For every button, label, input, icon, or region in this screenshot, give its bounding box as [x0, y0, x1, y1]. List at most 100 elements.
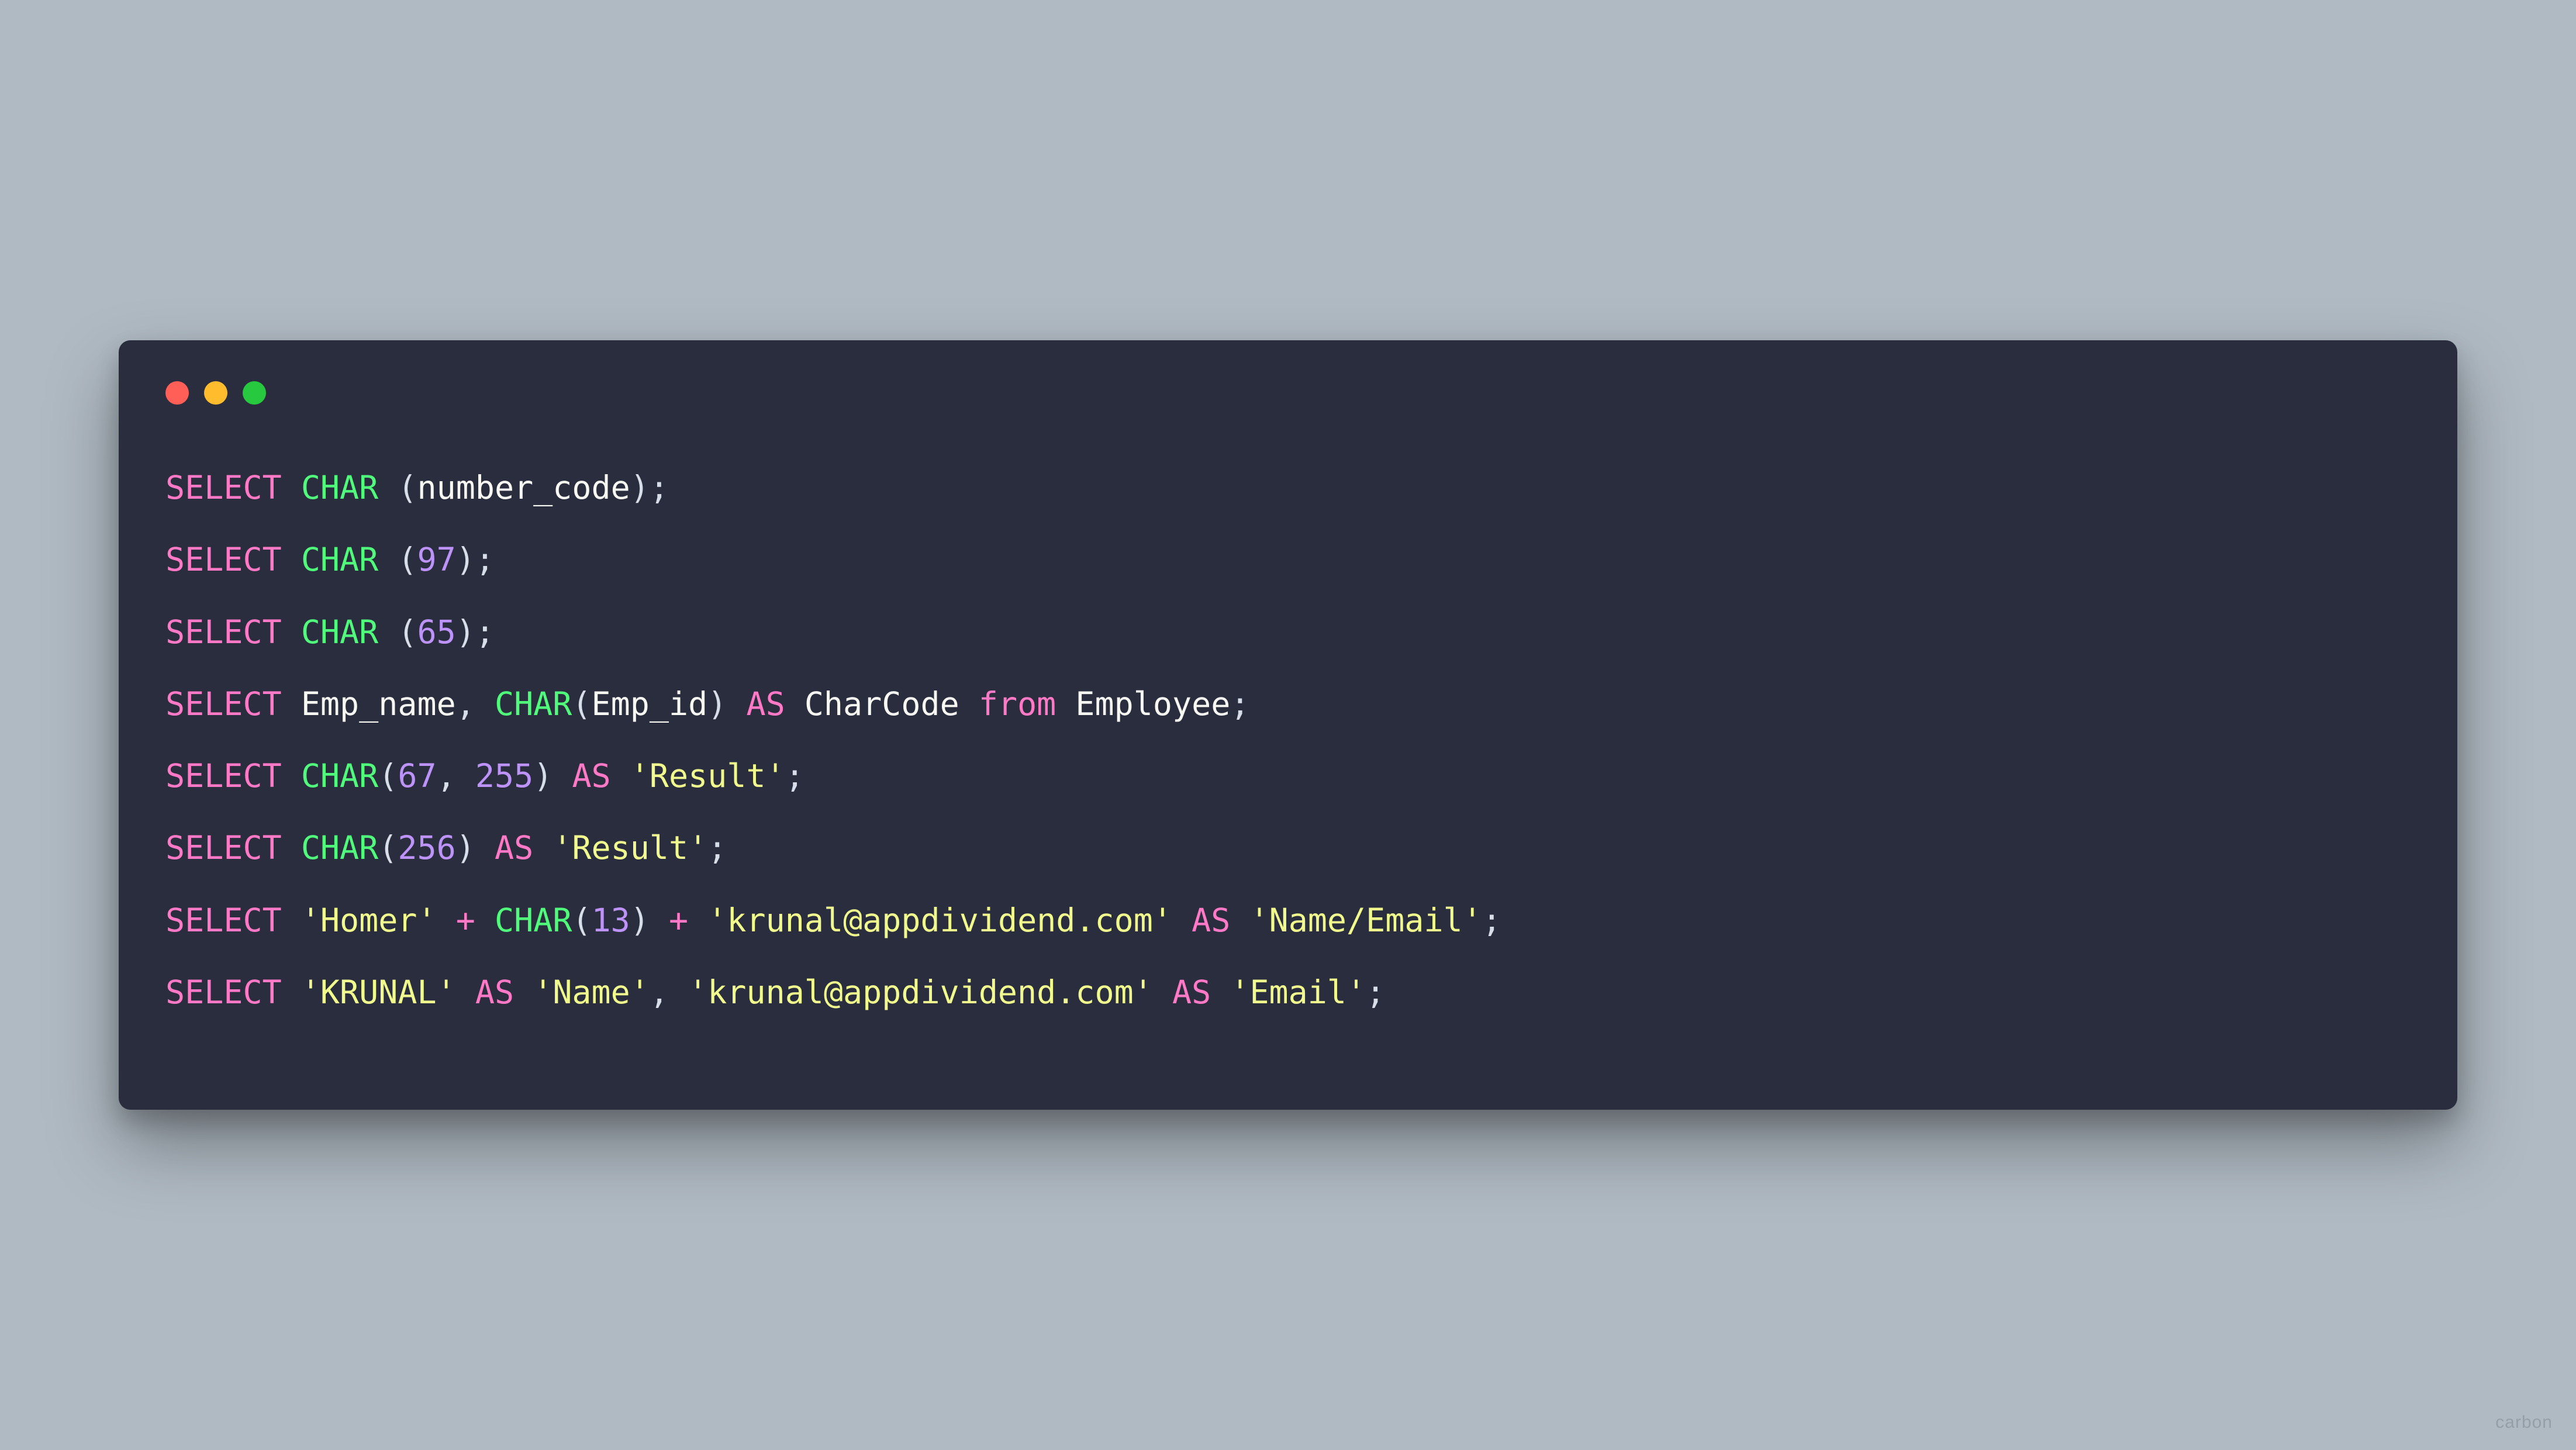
code-line: SELECT CHAR (97); — [165, 535, 2411, 585]
code-token-pn — [282, 541, 301, 578]
code-token-pn: ( — [378, 613, 417, 651]
code-token-pn: ) — [707, 685, 746, 723]
code-token-kw: SELECT — [165, 469, 282, 506]
code-line: SELECT CHAR (number_code); — [165, 463, 2411, 513]
code-line: SELECT 'KRUNAL' AS 'Name', 'krunal@appdi… — [165, 968, 2411, 1017]
code-token-pn — [1230, 902, 1249, 939]
minimize-icon[interactable] — [204, 381, 227, 405]
code-token-str: 'Name' — [533, 973, 650, 1011]
code-token-pn: ) — [533, 757, 572, 795]
code-token-num: 97 — [417, 541, 456, 578]
code-line: SELECT Emp_name, CHAR(Emp_id) AS CharCod… — [165, 679, 2411, 729]
code-token-pn — [282, 469, 301, 506]
code-window: SELECT CHAR (number_code);SELECT CHAR (9… — [119, 340, 2457, 1110]
code-token-fn: CHAR — [301, 829, 378, 866]
code-token-pn: ); — [456, 613, 495, 651]
code-token-str: 'Name/Email' — [1249, 902, 1482, 939]
code-token-pn: , — [437, 757, 475, 795]
code-token-fn: CHAR — [495, 685, 572, 723]
code-token-fn: CHAR — [495, 902, 572, 939]
code-token-pn — [1153, 973, 1172, 1011]
code-token-str: 'Result' — [630, 757, 785, 795]
code-token-pn — [475, 902, 495, 939]
code-token-kw: AS — [1192, 902, 1230, 939]
code-token-fn: CHAR — [301, 613, 378, 651]
code-token-num: 13 — [592, 902, 630, 939]
code-token-pn — [282, 757, 301, 795]
code-token-pn — [514, 973, 533, 1011]
code-token-pn — [959, 685, 979, 723]
code-line: SELECT CHAR(256) AS 'Result'; — [165, 823, 2411, 873]
code-token-pn — [437, 902, 456, 939]
code-block: SELECT CHAR (number_code);SELECT CHAR (9… — [165, 463, 2411, 1017]
code-token-pn: , — [456, 685, 495, 723]
code-token-pn: ) — [630, 902, 669, 939]
watermark: carbon — [2495, 1413, 2553, 1432]
code-token-id: Employee — [1075, 685, 1230, 723]
code-token-id: number_code — [417, 469, 630, 506]
code-token-pn: ( — [378, 757, 398, 795]
code-token-str: 'KRUNAL' — [301, 973, 456, 1011]
code-token-pn: ; — [707, 829, 727, 866]
code-token-pn — [282, 973, 301, 1011]
code-token-kw: SELECT — [165, 973, 282, 1011]
code-token-op: + — [456, 902, 475, 939]
code-token-kw: SELECT — [165, 757, 282, 795]
code-token-pn: ; — [1482, 902, 1501, 939]
code-token-pn — [1056, 685, 1075, 723]
code-token-kw: from — [979, 685, 1056, 723]
code-token-pn: ); — [456, 541, 495, 578]
code-token-pn — [533, 829, 553, 866]
code-token-kw: SELECT — [165, 613, 282, 651]
code-token-str: 'Email' — [1230, 973, 1366, 1011]
code-token-str: 'Result' — [553, 829, 707, 866]
code-token-pn: , — [650, 973, 688, 1011]
code-token-fn: CHAR — [301, 757, 378, 795]
code-token-pn: ; — [1230, 685, 1249, 723]
code-token-pn: ( — [378, 829, 398, 866]
code-token-num: 256 — [398, 829, 455, 866]
code-token-pn — [282, 829, 301, 866]
code-token-kw: AS — [572, 757, 610, 795]
code-token-pn — [282, 902, 301, 939]
code-token-pn — [785, 685, 804, 723]
code-line: SELECT CHAR(67, 255) AS 'Result'; — [165, 751, 2411, 801]
code-token-id: Emp_id — [592, 685, 708, 723]
code-token-kw: AS — [1172, 973, 1211, 1011]
code-token-pn: ); — [630, 469, 669, 506]
code-token-pn — [688, 902, 707, 939]
code-token-str: 'krunal@appdividend.com' — [688, 973, 1153, 1011]
code-token-kw: AS — [746, 685, 785, 723]
code-token-op: + — [669, 902, 688, 939]
code-token-id: Emp_name — [301, 685, 456, 723]
code-token-pn: ( — [572, 902, 591, 939]
code-token-kw: SELECT — [165, 902, 282, 939]
code-token-num: 65 — [417, 613, 456, 651]
code-token-pn — [611, 757, 630, 795]
zoom-icon[interactable] — [243, 381, 266, 405]
code-token-kw: AS — [475, 973, 514, 1011]
code-token-kw: SELECT — [165, 541, 282, 578]
code-line: SELECT 'Homer' + CHAR(13) + 'krunal@appd… — [165, 896, 2411, 945]
code-token-pn: ; — [785, 757, 804, 795]
code-token-str: 'krunal@appdividend.com' — [707, 902, 1172, 939]
window-titlebar — [165, 381, 2411, 405]
code-token-pn — [456, 973, 475, 1011]
code-token-num: 255 — [475, 757, 533, 795]
code-token-pn — [1172, 902, 1192, 939]
code-token-pn: ( — [572, 685, 591, 723]
code-token-fn: CHAR — [301, 541, 378, 578]
close-icon[interactable] — [165, 381, 189, 405]
code-token-pn: ( — [378, 541, 417, 578]
code-token-str: 'Homer' — [301, 902, 437, 939]
code-token-pn: ( — [378, 469, 417, 506]
code-token-pn — [282, 613, 301, 651]
code-token-kw: SELECT — [165, 829, 282, 866]
code-line: SELECT CHAR (65); — [165, 607, 2411, 657]
code-token-pn: ; — [1366, 973, 1385, 1011]
code-token-pn — [282, 685, 301, 723]
code-token-kw: AS — [495, 829, 533, 866]
code-token-fn: CHAR — [301, 469, 378, 506]
code-token-pn — [1211, 973, 1230, 1011]
code-token-pn: ) — [456, 829, 495, 866]
